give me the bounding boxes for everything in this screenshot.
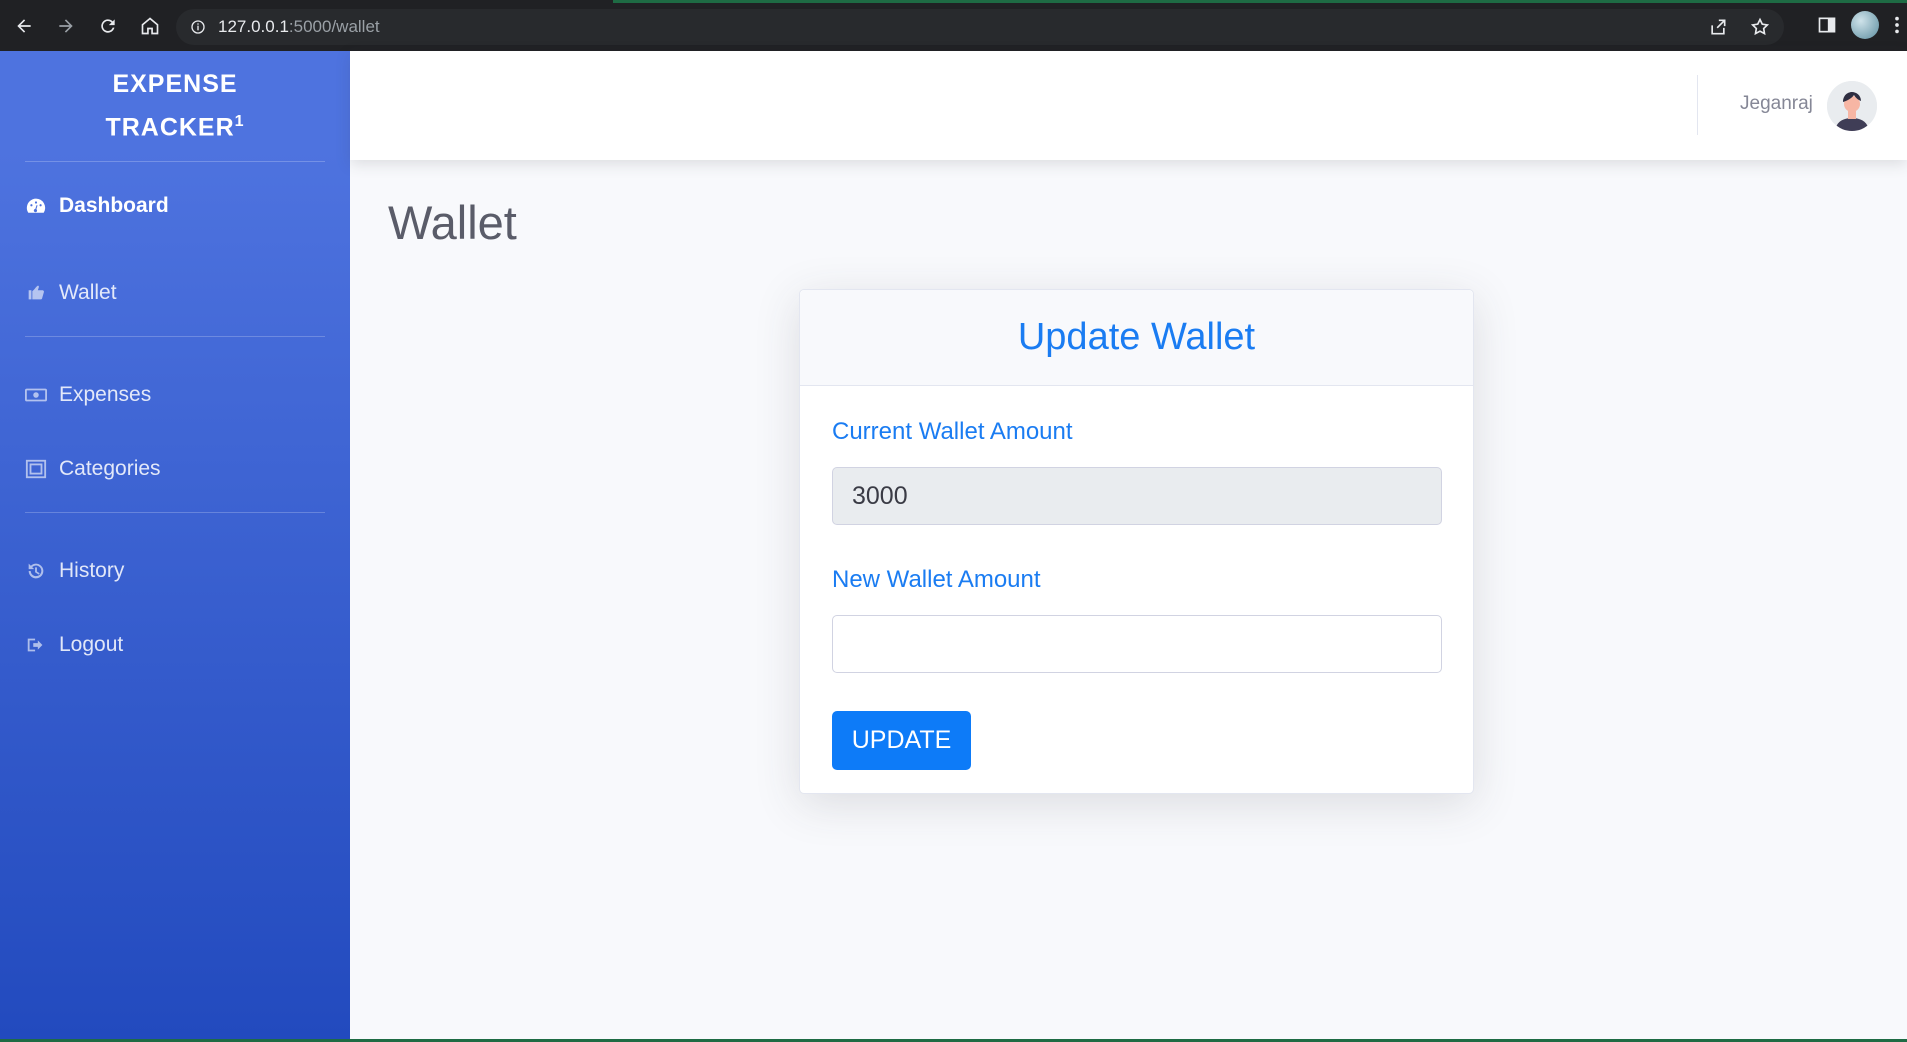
sidebar-item-logout[interactable]: Logout xyxy=(0,601,350,688)
current-wallet-field: 3000 xyxy=(832,467,1442,525)
history-icon xyxy=(25,560,47,582)
card-header: Update Wallet xyxy=(800,290,1473,386)
sign-out-icon xyxy=(25,634,47,656)
address-bar[interactable]: 127.0.0.1:5000/wallet xyxy=(176,9,1784,45)
home-icon xyxy=(141,16,159,34)
more-menu-icon[interactable] xyxy=(1893,14,1901,36)
avatar[interactable] xyxy=(1827,81,1877,131)
side-panel-icon[interactable] xyxy=(1817,15,1837,35)
home-button[interactable] xyxy=(132,8,168,44)
sidebar-item-label: Logout xyxy=(59,632,124,656)
brand-sup: 1 xyxy=(234,112,245,130)
sidebar-item-history[interactable]: History xyxy=(0,541,350,601)
topbar: Jeganraj xyxy=(350,51,1907,160)
tachometer-icon xyxy=(25,195,47,217)
sidebar-item-label: Categories xyxy=(59,456,161,480)
star-icon[interactable] xyxy=(1750,17,1770,37)
sidebar: EXPENSE TRACKER1 Dashboard Wallet Expens… xyxy=(0,51,350,1042)
info-icon xyxy=(191,20,205,34)
page-title: Wallet xyxy=(388,196,517,249)
brand-line-1: EXPENSE xyxy=(112,69,238,98)
forward-button[interactable] xyxy=(48,8,84,44)
sidebar-brand[interactable]: EXPENSE TRACKER1 xyxy=(0,51,350,161)
money-bill-icon xyxy=(25,384,47,406)
reload-icon xyxy=(101,18,115,33)
sidebar-item-wallet[interactable]: Wallet xyxy=(0,249,350,336)
reload-button[interactable] xyxy=(90,8,126,44)
grid-icon xyxy=(25,458,47,480)
card-title: Update Wallet xyxy=(1017,316,1256,358)
update-button[interactable]: UPDATE xyxy=(832,711,971,770)
new-wallet-label: New Wallet Amount xyxy=(832,566,1041,593)
sidebar-item-label: Dashboard xyxy=(59,193,169,217)
sidebar-item-categories[interactable]: Categories xyxy=(0,425,350,512)
update-wallet-card: Update Wallet Current Wallet Amount 3000… xyxy=(799,289,1474,794)
profile-avatar[interactable] xyxy=(1851,11,1879,39)
current-wallet-label: Current Wallet Amount xyxy=(832,418,1073,445)
url-path: :5000/wallet xyxy=(288,17,380,36)
wallet-icon xyxy=(25,282,47,304)
arrow-right-icon xyxy=(59,18,73,33)
back-button[interactable] xyxy=(6,8,42,44)
sidebar-item-label: Expenses xyxy=(59,383,152,406)
tab-strip-accent xyxy=(613,0,1907,3)
sidebar-item-dashboard[interactable]: Dashboard xyxy=(0,162,350,249)
topbar-divider xyxy=(1697,75,1698,135)
user-name[interactable]: Jeganraj xyxy=(1740,93,1813,115)
user-avatar-icon xyxy=(1827,81,1877,131)
url-host: 127.0.0.1 xyxy=(218,17,289,36)
arrow-left-icon xyxy=(17,18,31,33)
sidebar-item-label: History xyxy=(59,559,125,582)
sidebar-item-expenses[interactable]: Expenses xyxy=(0,365,350,425)
brand-line-2: TRACKER xyxy=(105,113,235,142)
card-body: Current Wallet Amount 3000 New Wallet Am… xyxy=(800,386,1473,802)
current-wallet-value: 3000 xyxy=(852,481,908,510)
new-wallet-field[interactable] xyxy=(832,615,1442,673)
share-icon[interactable] xyxy=(1708,17,1728,37)
sidebar-item-label: Wallet xyxy=(59,280,117,304)
browser-toolbar: 127.0.0.1:5000/wallet xyxy=(0,0,1907,51)
